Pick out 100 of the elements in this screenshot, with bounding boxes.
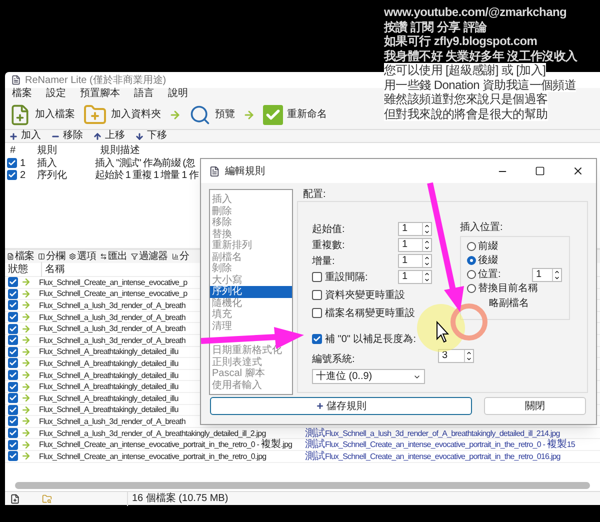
table-cell: 測試Flux_Schnell_a_lush_3d_render_of_A_breathtakingly_detailed_ill_214.jpg (305, 428, 560, 439)
rule-list-item[interactable]: 插入 (210, 194, 232, 206)
rule-list-item[interactable]: 清理 (210, 320, 232, 332)
chevron-down-icon[interactable] (424, 261, 430, 267)
number-field[interactable]: 1 (398, 238, 432, 252)
chevron-up-icon[interactable] (554, 268, 560, 274)
close-button[interactable]: 關閉 (484, 397, 586, 415)
radio-button[interactable] (467, 242, 476, 251)
chevron-up-icon[interactable] (424, 223, 430, 229)
overlay-text: 按讚 訂閱 分享 評論 (384, 20, 487, 34)
checkbox[interactable] (8, 416, 18, 426)
rule-list-item[interactable]: Pascal 腳本 (210, 368, 265, 380)
chevron-up-icon[interactable] (424, 255, 430, 261)
rule-toolbar-button[interactable]: 上移 (93, 130, 125, 142)
checkbox[interactable] (8, 404, 18, 415)
dialog-title: 編輯規則 (225, 164, 266, 178)
menu-item[interactable]: 語言 (134, 88, 154, 100)
checkbox[interactable] (312, 334, 322, 344)
file-toolbar-button[interactable]: 分欄 (38, 250, 65, 262)
horizontal-scrollbar[interactable] (15, 482, 590, 489)
checkbox[interactable] (312, 308, 322, 318)
table-cell: Flux_Schnell_A_breathtakingly_detailed_illu (39, 381, 178, 392)
rule-list-item[interactable]: 移除 (210, 217, 232, 228)
checkbox[interactable] (8, 335, 18, 346)
file-icon (10, 494, 20, 504)
overlay-text: 我身體不好 失業好多年 沒工作沒收入 (384, 48, 578, 63)
chevron-down-icon[interactable] (554, 274, 560, 280)
checkbox[interactable] (7, 158, 17, 168)
numbering-dropdown[interactable]: 十進位 (0..9) (312, 369, 425, 384)
menu-item[interactable]: 預置腳本 (80, 88, 120, 100)
rule-list-item[interactable]: 序列化 (210, 286, 292, 298)
rule-list-item[interactable]: 使用者輸入 (210, 380, 262, 391)
radio-button[interactable] (467, 256, 476, 265)
chevron-down-icon[interactable] (424, 229, 430, 235)
rule-list-item[interactable]: 隨機化 (210, 298, 242, 309)
rule-list-item[interactable]: 剝除 (210, 263, 232, 274)
checkbox[interactable] (8, 382, 18, 392)
checkbox[interactable] (8, 324, 18, 334)
chevron-down-icon[interactable] (424, 277, 430, 283)
save-rule-button[interactable]: 儲存規則 (210, 397, 472, 415)
file-toolbar-button[interactable]: 匯出 (100, 250, 127, 262)
file-toolbar-button[interactable]: 分 (172, 250, 189, 262)
toolbar-button[interactable]: 預覽 (189, 102, 235, 128)
menu-item[interactable]: 設定 (46, 88, 66, 100)
chevron-down-icon[interactable] (424, 245, 430, 251)
arrow-up-icon (93, 132, 102, 140)
rule-toolbar-button[interactable]: 下移 (135, 130, 167, 142)
checkbox[interactable] (312, 290, 322, 300)
chevron-up-icon[interactable] (466, 350, 472, 356)
checkbox[interactable] (312, 272, 322, 282)
close-icon[interactable] (572, 165, 584, 177)
chevron-up-icon[interactable] (424, 239, 430, 245)
number-field[interactable]: 1 (532, 268, 562, 282)
rule-list-item[interactable]: 刪除 (210, 206, 232, 217)
checkbox[interactable] (8, 288, 18, 299)
rule-list-item[interactable]: 填充 (210, 309, 232, 320)
checkbox[interactable] (8, 428, 18, 438)
arrow-right-icon (21, 382, 31, 392)
rule-toolbar-button[interactable]: 加入 (9, 130, 41, 142)
overlay-text: www.youtube.com/@zmarkchang (384, 5, 567, 20)
file-toolbar-button[interactable]: 選項 (69, 250, 96, 262)
cursor-highlight (417, 304, 465, 352)
checkbox[interactable] (8, 440, 18, 450)
number-field[interactable]: 3 (438, 349, 474, 363)
check-icon (263, 104, 283, 124)
menu-item[interactable]: 檔案 (12, 88, 32, 100)
checkbox[interactable] (8, 277, 18, 288)
arrow-right-icon (21, 277, 31, 288)
rule-list-item[interactable]: 替換 (210, 228, 232, 240)
maximize-icon[interactable] (535, 166, 545, 176)
number-field[interactable]: 1 (398, 222, 432, 236)
checkbox[interactable] (8, 346, 18, 357)
chevron-down-icon[interactable] (466, 356, 472, 362)
checkbox[interactable] (8, 451, 18, 462)
toolbar-button[interactable]: 加入資料夾 (83, 102, 161, 128)
rule-list-item[interactable]: 副檔名 (210, 252, 242, 263)
rule-list-item[interactable]: 正則表達式 (210, 356, 262, 368)
toolbar-button[interactable]: 重新命名 (263, 102, 327, 128)
menu-item[interactable]: 說明 (168, 88, 188, 100)
rule-list-item[interactable]: 大小寫 (210, 274, 242, 286)
checkbox[interactable] (8, 312, 18, 322)
checkbox[interactable] (8, 300, 18, 310)
checkbox[interactable] (8, 358, 18, 368)
arrow-right-icon (21, 324, 31, 334)
radio-button[interactable] (467, 284, 476, 293)
radio-button[interactable] (467, 270, 476, 279)
number-field[interactable]: 1 (398, 254, 432, 268)
checkbox[interactable] (8, 370, 18, 380)
table-cell: Flux_Schnell_Create_an_intense_evocative_p (39, 276, 188, 288)
checkbox[interactable] (7, 170, 17, 180)
rule-toolbar-button[interactable]: 移除 (51, 130, 83, 142)
chevron-up-icon[interactable] (424, 271, 430, 277)
file-toolbar-button[interactable]: 檔案 (7, 250, 34, 262)
file-toolbar-button[interactable]: 過濾器 (131, 250, 168, 262)
rule-list-item[interactable]: 重新排列 (210, 240, 252, 252)
table-cell: Flux_Schnell_A_breathtakingly_detailed_illu (39, 370, 178, 381)
toolbar-button[interactable]: 加入檔案 (9, 102, 75, 128)
checkbox[interactable] (8, 393, 18, 404)
number-field[interactable]: 1 (398, 270, 432, 284)
arrow-down-icon (135, 132, 144, 140)
